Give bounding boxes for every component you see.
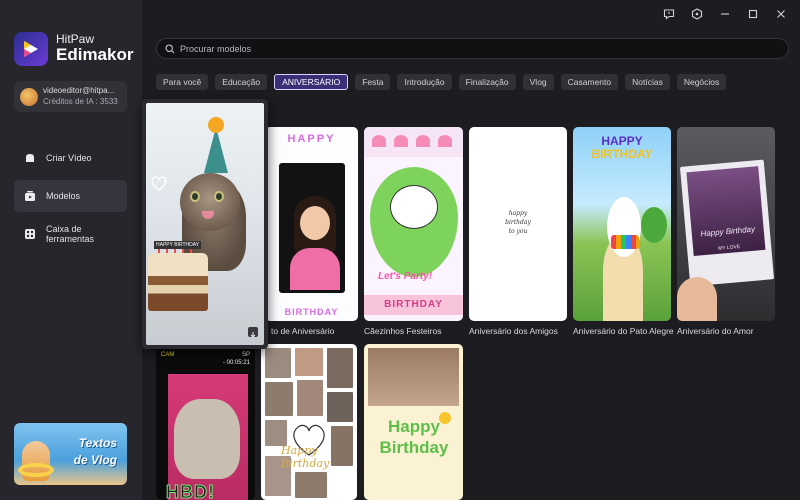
toolbox-icon	[25, 229, 35, 239]
edimakor-logo-icon	[14, 32, 48, 66]
tab-noticias[interactable]: Notícias	[625, 74, 670, 90]
close-icon[interactable]	[774, 7, 788, 21]
template-card-love-birthday[interactable]: Happy Birthday MY LOVE	[677, 127, 775, 321]
minimize-icon[interactable]	[718, 7, 732, 21]
template-text: Birthday	[379, 438, 449, 458]
create-video-icon	[26, 154, 34, 162]
tab-festa[interactable]: Festa	[355, 74, 391, 90]
template-card-party-dogs[interactable]: Let's Party! BIRTHDAY	[364, 127, 463, 321]
template-card-cat-birthday-hover[interactable]: HAPPY BIRTHDAY	[142, 99, 268, 349]
template-text: HAPPY BIRTHDAY	[154, 241, 202, 249]
template-card-kids-birthday[interactable]: Happy Birthday	[364, 344, 463, 500]
sidebar-item-label: Criar Vídeo	[46, 153, 92, 163]
tab-vlog[interactable]: Vlog	[522, 74, 554, 90]
promo-line1: Textos	[78, 436, 117, 450]
template-label: to de Aniversário	[271, 326, 335, 336]
maximize-icon[interactable]	[746, 7, 760, 21]
download-icon[interactable]	[248, 327, 258, 338]
template-text: HBD!	[166, 482, 215, 500]
template-card-photo-collage[interactable]: Happy Birthday	[261, 344, 357, 500]
sidebar-nav: Criar Vídeo Modelos Caixa de ferramentas	[14, 142, 127, 256]
template-header-text: HAPPY	[287, 133, 336, 145]
category-tabs: Para você Educação ANIVERSÁRIO Festa Int…	[156, 74, 727, 90]
sidebar: HitPaw Edimakor videoeditor@hitpa... Cré…	[0, 0, 142, 500]
search-icon	[165, 43, 175, 53]
sidebar-item-toolbox[interactable]: Caixa de ferramentas	[14, 218, 127, 250]
template-footer-text: BIRTHDAY	[284, 307, 339, 317]
dog-photo	[174, 399, 240, 479]
tab-finalizacao[interactable]: Finalização	[458, 74, 516, 90]
template-label: Aniversário do Pato Alegre	[573, 326, 674, 336]
tab-negocios[interactable]: Negócios	[676, 74, 727, 90]
sidebar-item-label: Modelos	[46, 191, 81, 201]
party-hat	[204, 127, 228, 173]
template-card-friends-birthday[interactable]: happy birthday to you	[469, 127, 567, 321]
puppy-illustration	[390, 185, 438, 229]
account-panel[interactable]: videoeditor@hitpa... Créditos de IA : 35…	[14, 81, 127, 112]
avatar	[20, 87, 38, 106]
ai-credits: Créditos de IA : 3533	[43, 96, 118, 106]
tab-para-voce[interactable]: Para você	[156, 74, 209, 90]
template-text: happy birthday to you	[505, 210, 531, 235]
template-thumbnail	[279, 163, 345, 293]
search-input[interactable]	[180, 43, 760, 54]
tab-introducao[interactable]: Introdução	[397, 74, 452, 90]
window-controls	[662, 7, 788, 21]
cat-photo	[180, 173, 240, 231]
template-text: Happy	[388, 417, 440, 436]
templates-icon	[25, 191, 35, 201]
template-text: BIRTHDAY	[591, 147, 653, 162]
settings-icon[interactable]	[690, 7, 704, 21]
tab-educacao[interactable]: Educação	[215, 74, 268, 90]
sidebar-item-label: Caixa de ferramentas	[46, 224, 95, 244]
promo-line2: de Vlog	[73, 453, 117, 467]
account-email: videoeditor@hitpa...	[43, 85, 115, 95]
app-window: HitPaw Edimakor videoeditor@hitpa... Cré…	[0, 0, 800, 500]
template-text: CAM	[161, 352, 175, 358]
sidebar-item-templates[interactable]: Modelos	[14, 180, 127, 212]
template-footer-text: BIRTHDAY	[384, 299, 443, 310]
favorite-heart-icon[interactable]	[150, 175, 168, 191]
app-logo: HitPaw Edimakor	[14, 32, 133, 66]
brand-name-line2: Edimakor	[56, 45, 134, 65]
tab-aniversario[interactable]: ANIVERSÁRIO	[274, 74, 349, 90]
template-label: Aniversário do Amor	[677, 326, 754, 336]
template-text: SP	[241, 352, 250, 358]
template-card-happy-duck[interactable]: HAPPY BIRTHDAY	[573, 127, 671, 321]
sidebar-item-create-video[interactable]: Criar Vídeo	[14, 142, 127, 174]
template-label: Cãezinhos Festeiros	[364, 326, 442, 336]
search-bar[interactable]	[156, 38, 789, 59]
template-text: Happy Birthday	[281, 444, 330, 470]
tab-casamento[interactable]: Casamento	[560, 74, 619, 90]
polaroid-photo: Happy Birthday MY LOVE	[679, 159, 775, 287]
template-card-birthday-photo[interactable]: HAPPY BIRTHDAY	[265, 127, 358, 321]
template-thumbnail	[368, 348, 459, 406]
template-text: Let's Party!	[378, 271, 433, 282]
feedback-icon[interactable]	[662, 7, 676, 21]
template-text: - 00:05:21	[222, 359, 250, 366]
template-label: Aniversário dos Amigos	[469, 326, 558, 336]
template-card-camera-hbd[interactable]: CAM SP - 00:05:21 HBD!	[156, 344, 255, 500]
promo-banner[interactable]: Textos de Vlog	[14, 423, 127, 485]
cake-illustration	[148, 253, 208, 311]
